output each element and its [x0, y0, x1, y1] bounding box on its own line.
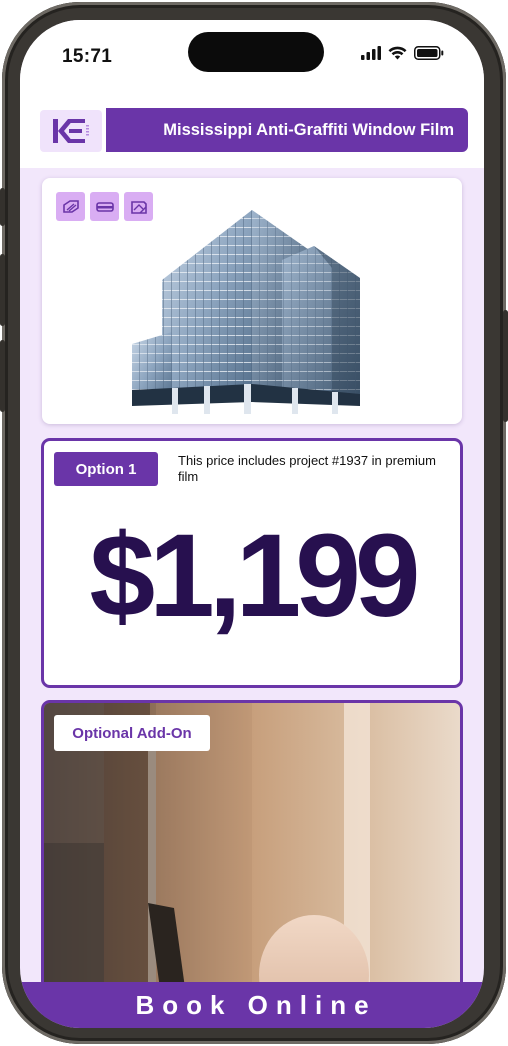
- addon-card[interactable]: Optional Add-On: [41, 700, 463, 1020]
- status-bar: 15:71: [20, 20, 484, 106]
- dynamic-island: [188, 32, 324, 72]
- mute-switch: [0, 188, 5, 226]
- strip-film-icon[interactable]: [90, 192, 119, 221]
- volume-up-button: [0, 254, 5, 326]
- book-online-label: Book Online: [135, 989, 377, 1020]
- product-image-card: [42, 178, 462, 424]
- option-badge: Option 1: [54, 452, 158, 486]
- ke-logo-icon: [53, 119, 89, 143]
- volume-down-button: [0, 340, 5, 412]
- phone-screen: 15:71 Mississippi Anti-Graffiti Window F…: [20, 20, 484, 1028]
- office-building-image: [132, 210, 360, 414]
- price-option-card[interactable]: Option 1 This price includes project #19…: [41, 438, 463, 688]
- window-film-icon[interactable]: [56, 192, 85, 221]
- book-online-button[interactable]: Book Online: [20, 982, 484, 1028]
- status-icons: [361, 46, 444, 60]
- status-time: 15:71: [62, 46, 113, 67]
- page-title: Mississippi Anti-Graffiti Window Film: [163, 120, 454, 139]
- phone-frame: 15:71 Mississippi Anti-Graffiti Window F…: [0, 2, 508, 1044]
- power-button: [503, 310, 508, 422]
- brand-logo[interactable]: [40, 110, 102, 152]
- price-amount: $1,199: [89, 510, 421, 642]
- price-description: This price includes project #1937 in pre…: [178, 453, 436, 484]
- wifi-icon: [388, 46, 407, 60]
- cellular-signal-icon: [361, 46, 381, 60]
- app-header: Mississippi Anti-Graffiti Window Film: [20, 106, 484, 168]
- battery-icon: [414, 46, 444, 60]
- header-title-bar: Mississippi Anti-Graffiti Window Film: [106, 108, 468, 152]
- addon-badge: Optional Add-On: [54, 715, 210, 751]
